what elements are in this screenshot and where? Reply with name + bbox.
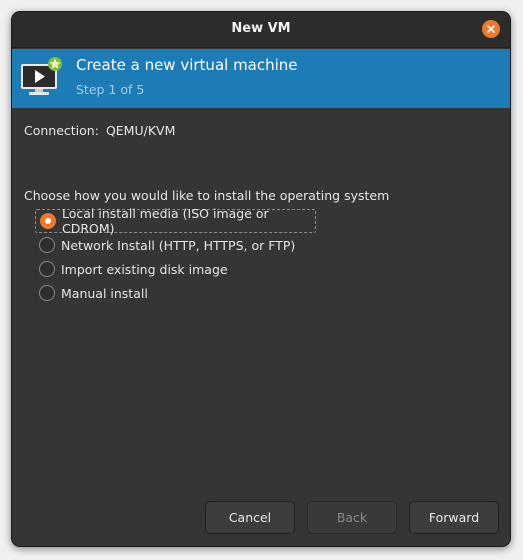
virtual-machine-icon	[21, 57, 62, 95]
radio-local-install-media[interactable]	[40, 213, 56, 229]
connection-value: QEMU/KVM	[105, 123, 176, 138]
connection-label: Connection:	[24, 123, 99, 138]
radio-import-disk-image[interactable]	[39, 261, 55, 277]
window-title: New VM	[231, 21, 291, 36]
close-icon	[487, 25, 495, 33]
option-manual-install[interactable]: Manual install	[35, 281, 325, 305]
radio-network-install[interactable]	[39, 237, 55, 253]
option-import-disk-image[interactable]: Import existing disk image	[35, 257, 325, 281]
option-label: Import existing disk image	[61, 261, 228, 277]
forward-button[interactable]: Forward	[409, 501, 499, 534]
connection-row: Connection: QEMU/KVM	[24, 123, 175, 138]
close-button[interactable]	[482, 20, 500, 38]
install-method-prompt: Choose how you would like to install the…	[24, 188, 390, 203]
new-vm-dialog: New VM Create a new virtual machine Step…	[11, 11, 511, 547]
cancel-button[interactable]: Cancel	[205, 501, 295, 534]
titlebar: New VM	[12, 12, 510, 48]
option-label: Network Install (HTTP, HTTPS, or FTP)	[61, 237, 296, 253]
option-label: Manual install	[61, 285, 148, 301]
wizard-step-indicator: Step 1 of 5	[76, 82, 145, 97]
option-local-install-media[interactable]: Local install media (ISO image or CDROM)	[35, 206, 316, 236]
wizard-banner: Create a new virtual machine Step 1 of 5	[12, 49, 510, 108]
wizard-heading: Create a new virtual machine	[76, 56, 298, 74]
install-method-options: Local install media (ISO image or CDROM)…	[35, 206, 325, 305]
back-button[interactable]: Back	[307, 501, 397, 534]
radio-manual-install[interactable]	[39, 285, 55, 301]
option-label: Local install media (ISO image or CDROM)	[62, 206, 269, 236]
option-network-install[interactable]: Network Install (HTTP, HTTPS, or FTP)	[35, 233, 325, 257]
